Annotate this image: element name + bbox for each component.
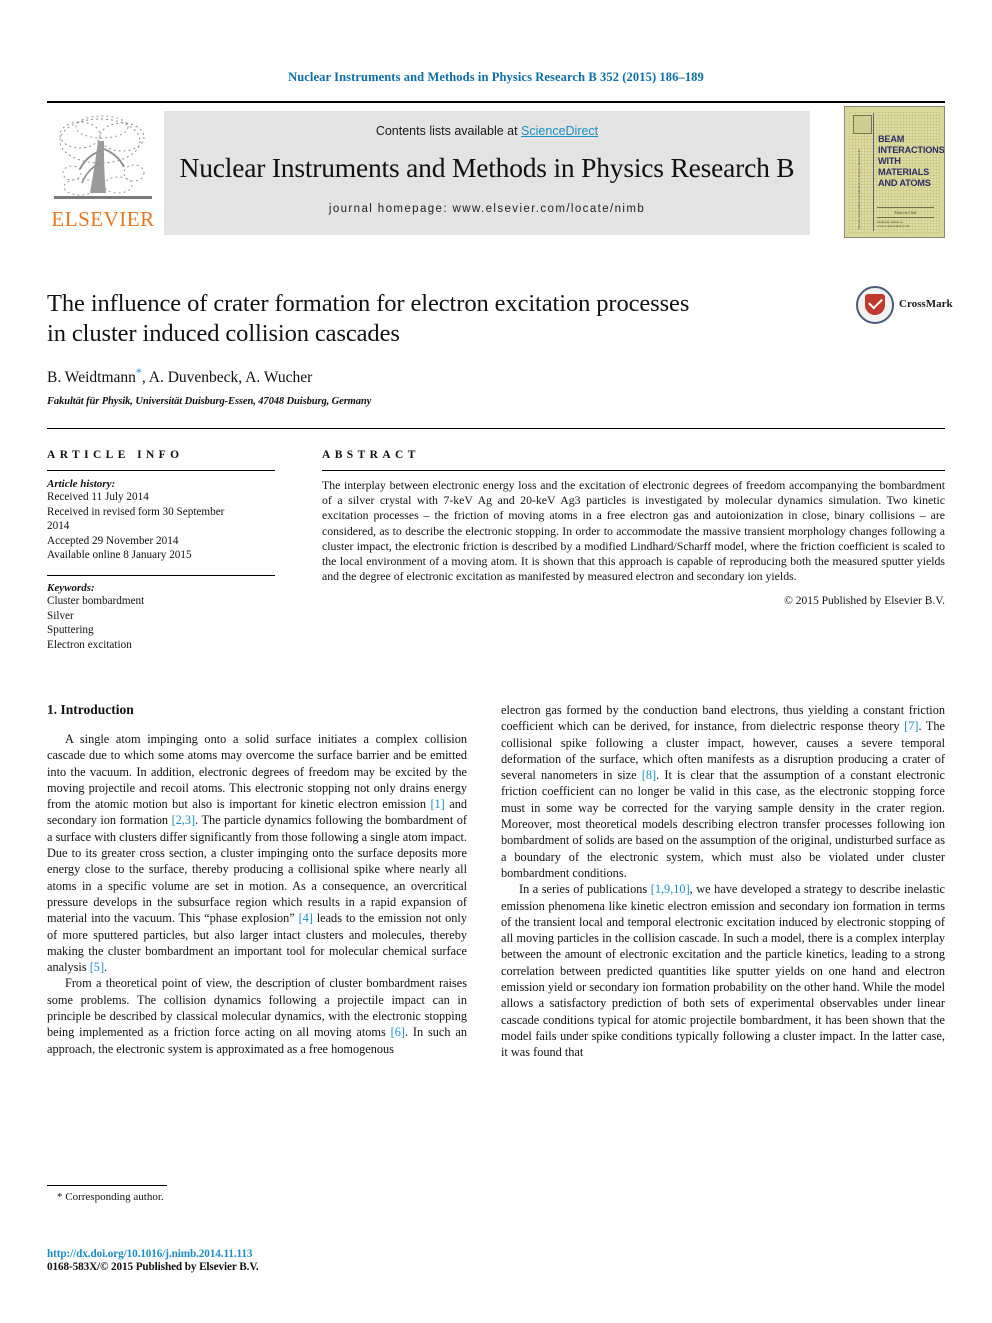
section-heading-introduction: 1. Introduction xyxy=(47,702,134,717)
contents-prefix: Contents lists available at xyxy=(375,124,522,138)
cover-title-line-3: WITH xyxy=(878,156,901,166)
para-text: A single atom impinging onto a solid sur… xyxy=(47,732,467,812)
cover-spine-text: Nuclear Instruments and Methods in Physi… xyxy=(857,149,861,229)
para-text: . The particle dynamics following the bo… xyxy=(47,813,467,926)
crossmark-badge[interactable]: CrossMark xyxy=(856,286,953,326)
running-head: Nuclear Instruments and Methods in Physi… xyxy=(288,70,704,84)
keyword-item: Sputtering xyxy=(47,624,94,637)
keyword-item: Silver xyxy=(47,609,74,622)
article-history-label: Article history: xyxy=(47,478,116,490)
contents-available-line: Contents lists available at ScienceDirec… xyxy=(164,111,810,138)
para-text: . xyxy=(104,960,108,975)
issn-copyright-line: 0168-583X/© 2015 Published by Elsevier B… xyxy=(47,1261,259,1273)
cover-footer-bottom: Available online at www.sciencedirect.co… xyxy=(877,217,934,228)
journal-cover-thumbnail: Nuclear Instruments and Methods in Physi… xyxy=(844,106,945,238)
doi-link[interactable]: http://dx.doi.org/10.1016/j.nimb.2014.11… xyxy=(47,1248,467,1260)
citation-ref[interactable]: [6] xyxy=(391,1025,405,1039)
keyword-item: Electron excitation xyxy=(47,638,132,651)
sciencedirect-link[interactable]: ScienceDirect xyxy=(521,124,598,138)
cover-title: BEAM INTERACTIONS WITH MATERIALS AND ATO… xyxy=(878,134,945,189)
history-item: Accepted 29 November 2014 xyxy=(47,534,179,547)
citation-ref[interactable]: [7] xyxy=(904,719,918,733)
abstract-text: The interplay between electronic energy … xyxy=(322,478,945,584)
cover-title-line-5: AND ATOMS xyxy=(878,178,931,188)
citation-ref[interactable]: [4] xyxy=(299,911,313,925)
paragraph: From a theoretical point of view, the de… xyxy=(47,975,467,1056)
paper-title-line-2: in cluster induced collision cascades xyxy=(47,320,400,347)
cover-footer-center: Editor-in-Chief xyxy=(877,207,934,216)
citation-ref[interactable]: [8] xyxy=(642,768,656,782)
abstract-copyright: © 2015 Published by Elsevier B.V. xyxy=(784,595,945,608)
body-right-column: electron gas formed by the conduction ba… xyxy=(501,702,945,1061)
history-item: Available online 8 January 2015 xyxy=(47,549,192,562)
cover-title-line-2: INTERACTIONS xyxy=(878,145,945,155)
para-text: In a series of publications xyxy=(519,882,651,897)
keywords-rule xyxy=(47,574,275,576)
keywords-list: Cluster bombardment Silver Sputtering El… xyxy=(47,594,275,652)
cover-title-line-4: MATERIALS xyxy=(878,167,930,177)
cover-elsevier-icon xyxy=(853,115,872,134)
journal-title: Nuclear Instruments and Methods in Physi… xyxy=(179,152,795,183)
abstract-rule xyxy=(322,470,945,471)
author-list: B. Weidtmann*, A. Duvenbeck, A. Wucher xyxy=(47,365,837,387)
citation-ref[interactable]: [2,3] xyxy=(172,813,196,827)
footnote-block: * Corresponding author. xyxy=(47,1185,467,1203)
masthead-band: Contents lists available at ScienceDirec… xyxy=(164,111,810,235)
title-block: The influence of crater formation for el… xyxy=(47,289,837,407)
article-info-column: ARTICLE INFO Article history: Received 1… xyxy=(47,449,275,652)
journal-masthead: ELSEVIER Contents lists available at Sci… xyxy=(47,101,945,241)
elsevier-logo: ELSEVIER xyxy=(50,111,156,235)
article-info-heading: ARTICLE INFO xyxy=(47,449,184,461)
citation-ref[interactable]: [1] xyxy=(430,797,444,811)
info-abstract-divider xyxy=(47,428,945,445)
author-first: B. Weidtmann xyxy=(47,369,136,387)
body-left-column: 1. Introduction A single atom impinging … xyxy=(47,702,467,1057)
abstract-heading: ABSTRACT xyxy=(322,449,420,461)
elsevier-wordmark: ELSEVIER xyxy=(51,207,155,231)
affiliation: Fakultät für Physik, Universität Duisbur… xyxy=(47,396,372,408)
para-text: . It is clear that the assumption of a c… xyxy=(501,768,945,880)
article-history-list: Received 11 July 2014 Received in revise… xyxy=(47,490,275,563)
keyword-item: Cluster bombardment xyxy=(47,594,145,607)
doi-block: http://dx.doi.org/10.1016/j.nimb.2014.11… xyxy=(47,1248,467,1273)
history-item: Received in revised form 30 September xyxy=(47,505,225,518)
paragraph: A single atom impinging onto a solid sur… xyxy=(47,731,467,975)
paragraph: electron gas formed by the conduction ba… xyxy=(501,702,945,881)
para-text: electron gas formed by the conduction ba… xyxy=(501,703,945,734)
footnote-rule xyxy=(47,1185,167,1186)
paragraph: In a series of publications [1,9,10], we… xyxy=(501,881,945,1060)
abstract-column: ABSTRACT The interplay between electroni… xyxy=(322,449,945,607)
cover-title-line-1: BEAM xyxy=(878,134,905,144)
keywords-label: Keywords: xyxy=(47,581,95,594)
para-text: , we have developed a strategy to descri… xyxy=(501,882,945,1060)
author-rest: , A. Duvenbeck, A. Wucher xyxy=(141,369,313,387)
journal-homepage-line[interactable]: journal homepage: www.elsevier.com/locat… xyxy=(164,203,810,215)
crossmark-label: CrossMark xyxy=(899,298,953,310)
citation-ref[interactable]: [5] xyxy=(90,960,104,974)
citation-ref[interactable]: [1,9,10] xyxy=(651,882,690,896)
article-info-rule xyxy=(47,470,275,471)
cover-spine-rule xyxy=(873,113,874,231)
paper-page: Nuclear Instruments and Methods in Physi… xyxy=(0,0,992,1323)
paper-title-line-1: The influence of crater formation for el… xyxy=(47,290,690,317)
corresponding-author-note: * Corresponding author. xyxy=(57,1191,164,1203)
elsevier-tree-icon xyxy=(50,111,156,207)
cover-art: Nuclear Instruments and Methods in Physi… xyxy=(849,111,944,233)
crossmark-icon xyxy=(856,286,894,324)
history-item: 2014 xyxy=(47,520,70,533)
history-item: Received 11 July 2014 xyxy=(47,491,149,503)
page-title: The influence of crater formation for el… xyxy=(47,289,837,349)
